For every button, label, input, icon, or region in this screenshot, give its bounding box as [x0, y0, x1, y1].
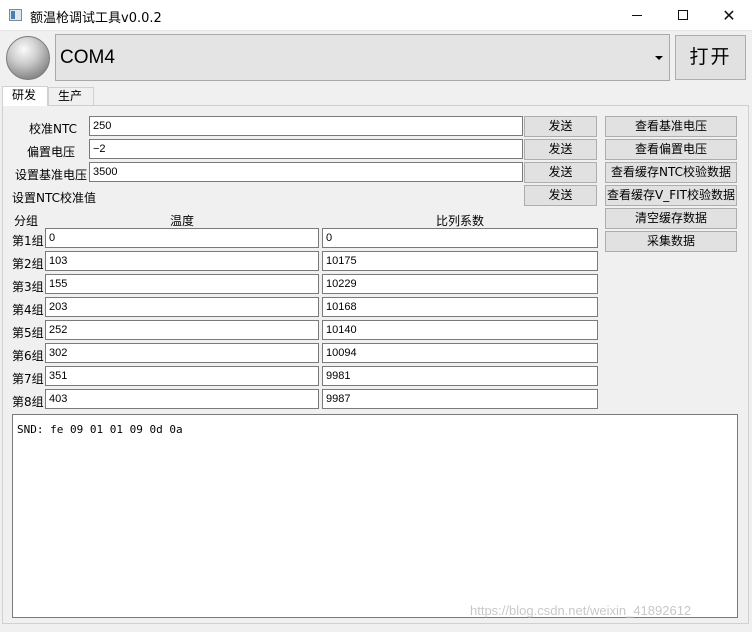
table-row-group-label: 第5组	[12, 326, 44, 340]
calibrate-ntc-label: 校准NTC	[29, 122, 77, 136]
temperature-input[interactable]: 252	[45, 320, 319, 340]
ratio-input[interactable]: 10175	[322, 251, 598, 271]
ratio-input[interactable]: 10094	[322, 343, 598, 363]
table-row-group-label: 第2组	[12, 257, 44, 271]
temperature-input[interactable]: 103	[45, 251, 319, 271]
ratio-input[interactable]: 10229	[322, 274, 598, 294]
bias-voltage-input[interactable]: −2	[89, 139, 523, 159]
ratio-input[interactable]: 0	[322, 228, 598, 248]
maximize-button[interactable]	[660, 0, 706, 30]
temperature-input[interactable]: 302	[45, 343, 319, 363]
ratio-input[interactable]: 10140	[322, 320, 598, 340]
table-row-group-label: 第7组	[12, 372, 44, 386]
table-row-group-label: 第8组	[12, 395, 44, 409]
minimize-icon	[632, 14, 642, 16]
minimize-button[interactable]	[614, 0, 660, 30]
app-window-icon	[9, 9, 22, 21]
log-output[interactable]: SND: fe 09 01 01 09 0d 0a	[12, 414, 738, 618]
view-cached-vfit-data-button[interactable]: 查看缓存V_FIT校验数据	[605, 185, 737, 206]
table-row-group-label: 第3组	[12, 280, 44, 294]
calibrate-ntc-input[interactable]: 250	[89, 116, 523, 136]
reference-voltage-input[interactable]: 3500	[89, 162, 523, 182]
log-line: SND: fe 09 01 01 09 0d 0a	[17, 423, 183, 436]
group-column-header: 分组	[14, 214, 39, 228]
temperature-input[interactable]: 351	[45, 366, 319, 386]
send-calibrate-ntc-button[interactable]: 发送	[524, 116, 597, 137]
send-ntc-calibration-button[interactable]: 发送	[524, 185, 597, 206]
ratio-input[interactable]: 9981	[322, 366, 598, 386]
clear-cache-button[interactable]: 清空缓存数据	[605, 208, 737, 229]
view-reference-voltage-button[interactable]: 查看基准电压	[605, 116, 737, 137]
com-port-select[interactable]: COM4	[55, 34, 670, 81]
bias-voltage-label: 偏置电压	[27, 145, 76, 159]
chevron-down-icon[interactable]	[655, 56, 663, 60]
temperature-input[interactable]: 0	[45, 228, 319, 248]
view-bias-voltage-button[interactable]: 查看偏置电压	[605, 139, 737, 160]
connection-status-led-icon	[6, 36, 50, 80]
table-row-group-label: 第6组	[12, 349, 44, 363]
temperature-input[interactable]: 155	[45, 274, 319, 294]
watermark: https://blog.csdn.net/weixin_41892612	[470, 603, 692, 618]
open-port-button[interactable]: 打开	[675, 35, 746, 80]
ntc-calibration-value-label: 设置NTC校准值	[12, 191, 96, 205]
ratio-input[interactable]: 10168	[322, 297, 598, 317]
collect-data-button[interactable]: 采集数据	[605, 231, 737, 252]
send-bias-voltage-button[interactable]: 发送	[524, 139, 597, 160]
reference-voltage-label: 设置基准电压	[15, 168, 88, 182]
table-row-group-label: 第1组	[12, 234, 44, 248]
close-button[interactable]: ✕	[706, 0, 752, 30]
window-title: 额温枪调试工具v0.0.2	[30, 11, 162, 26]
temperature-input[interactable]: 403	[45, 389, 319, 409]
tab-rnd[interactable]: 研发	[2, 86, 48, 106]
close-icon: ✕	[722, 5, 736, 25]
title-bar[interactable]: 额温枪调试工具v0.0.2 ✕	[0, 0, 752, 31]
com-port-value: COM4	[60, 47, 115, 68]
table-row-group-label: 第4组	[12, 303, 44, 317]
tab-production[interactable]: 生产	[48, 87, 94, 105]
view-cached-ntc-data-button[interactable]: 查看缓存NTC校验数据	[605, 162, 737, 183]
temperature-input[interactable]: 203	[45, 297, 319, 317]
temperature-column-header: 温度	[170, 214, 195, 228]
maximize-icon	[678, 10, 688, 20]
send-reference-voltage-button[interactable]: 发送	[524, 162, 597, 183]
ratio-column-header: 比列系数	[436, 214, 485, 228]
ratio-input[interactable]: 9987	[322, 389, 598, 409]
